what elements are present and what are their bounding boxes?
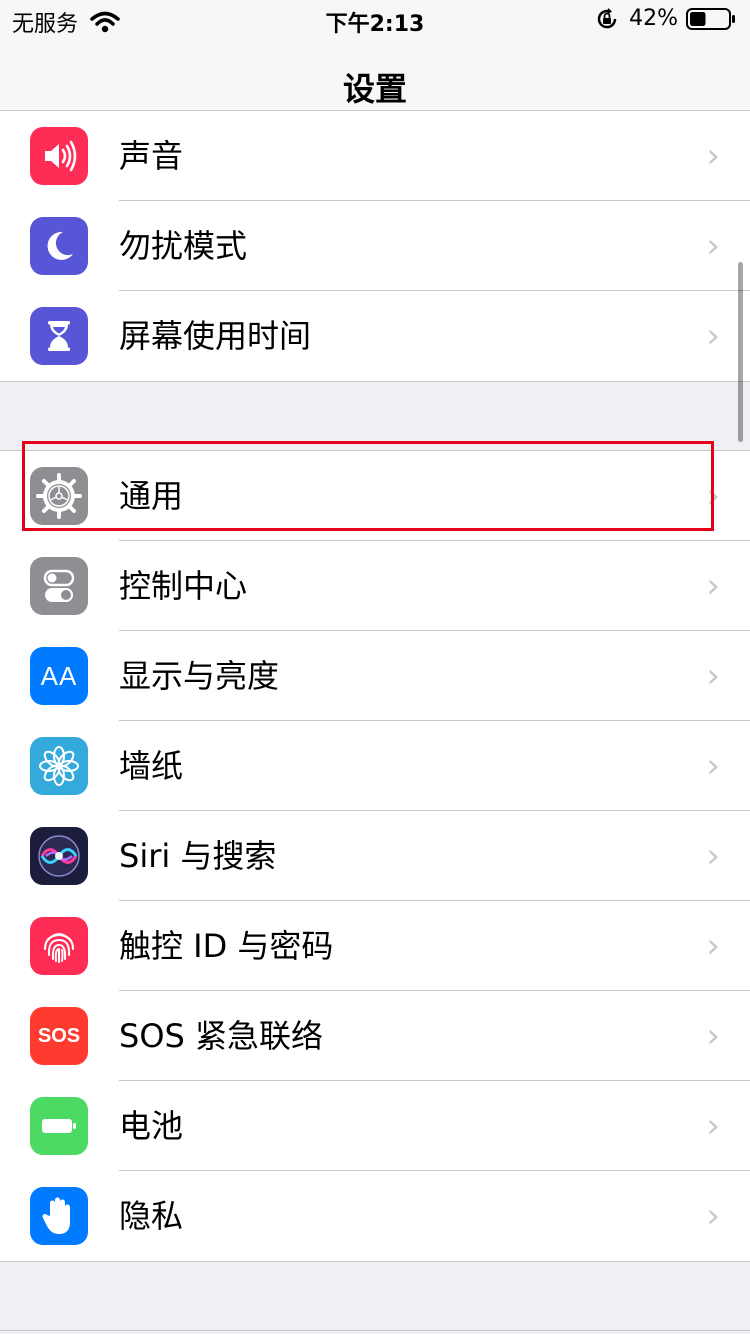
chevron-right-icon: › bbox=[706, 1106, 720, 1146]
chevron-right-icon: › bbox=[706, 836, 720, 876]
chevron-right-icon: › bbox=[706, 566, 720, 606]
settings-row-label: 墙纸 bbox=[119, 747, 184, 785]
settings-row-label: Siri 与搜索 bbox=[119, 837, 277, 875]
sos-icon: SOS bbox=[30, 1007, 88, 1065]
settings-row-screen-time[interactable]: 屏幕使用时间 › bbox=[0, 291, 750, 381]
status-right: 42% bbox=[595, 6, 736, 31]
settings-group-1: 声音 › 勿扰模式 › 屏幕使用时间 › bbox=[0, 110, 750, 382]
fingerprint-icon bbox=[30, 917, 88, 975]
chevron-right-icon: › bbox=[706, 926, 720, 966]
status-bar: 无服务 下午2:13 42% bbox=[0, 0, 750, 40]
chevron-right-icon: › bbox=[706, 136, 720, 176]
toggles-icon bbox=[30, 557, 88, 615]
text-size-icon: AA bbox=[30, 647, 88, 705]
settings-row-label: 显示与亮度 bbox=[119, 657, 280, 695]
chevron-right-icon: › bbox=[706, 1196, 720, 1236]
speaker-icon bbox=[30, 127, 88, 185]
chevron-right-icon: › bbox=[706, 746, 720, 786]
chevron-right-icon: › bbox=[706, 226, 720, 266]
settings-row-privacy[interactable]: 隐私 › bbox=[0, 1171, 750, 1261]
settings-row-battery[interactable]: 电池 › bbox=[0, 1081, 750, 1171]
settings-row-label: 电池 bbox=[119, 1107, 184, 1145]
battery-icon bbox=[30, 1097, 88, 1155]
settings-row-label: 声音 bbox=[119, 137, 184, 175]
settings-row-do-not-disturb[interactable]: 勿扰模式 › bbox=[0, 201, 750, 291]
chevron-right-icon: › bbox=[706, 1016, 720, 1056]
settings-row-control-center[interactable]: 控制中心 › bbox=[0, 541, 750, 631]
settings-row-display-brightness[interactable]: AA 显示与亮度 › bbox=[0, 631, 750, 721]
settings-row-label: 隐私 bbox=[119, 1197, 184, 1235]
scroll-indicator bbox=[738, 262, 743, 442]
orientation-lock-icon bbox=[595, 7, 619, 31]
moon-icon bbox=[30, 217, 88, 275]
settings-row-label: 触控 ID 与密码 bbox=[119, 927, 334, 965]
chevron-right-icon: › bbox=[706, 316, 720, 356]
settings-row-label: 勿扰模式 bbox=[119, 227, 248, 265]
settings-row-touch-id-passcode[interactable]: 触控 ID 与密码 › bbox=[0, 901, 750, 991]
settings-row-label: 屏幕使用时间 bbox=[119, 317, 312, 355]
settings-row-label: 控制中心 bbox=[119, 567, 248, 605]
settings-group-2: 通用 › 控制中心 › AA 显示与亮度 › 墙纸 › Siri 与搜索 › 触… bbox=[0, 450, 750, 1262]
icon-text: AA bbox=[40, 660, 78, 691]
highlight-box bbox=[22, 441, 714, 531]
bottom-divider bbox=[0, 1330, 750, 1331]
settings-row-label: SOS 紧急联络 bbox=[119, 1017, 323, 1055]
battery-percent: 42% bbox=[629, 6, 678, 31]
flower-icon bbox=[30, 737, 88, 795]
page-title: 设置 bbox=[342, 70, 407, 108]
hand-icon bbox=[30, 1187, 88, 1245]
settings-row-sounds[interactable]: 声音 › bbox=[0, 111, 750, 201]
battery-status-icon bbox=[686, 7, 736, 31]
icon-text: SOS bbox=[37, 1024, 81, 1047]
settings-row-emergency-sos[interactable]: SOS SOS 紧急联络 › bbox=[0, 991, 750, 1081]
chevron-right-icon: › bbox=[706, 656, 720, 696]
settings-row-wallpaper[interactable]: 墙纸 › bbox=[0, 721, 750, 811]
hourglass-icon bbox=[30, 307, 88, 365]
settings-row-siri-search[interactable]: Siri 与搜索 › bbox=[0, 811, 750, 901]
siri-icon bbox=[30, 827, 88, 885]
